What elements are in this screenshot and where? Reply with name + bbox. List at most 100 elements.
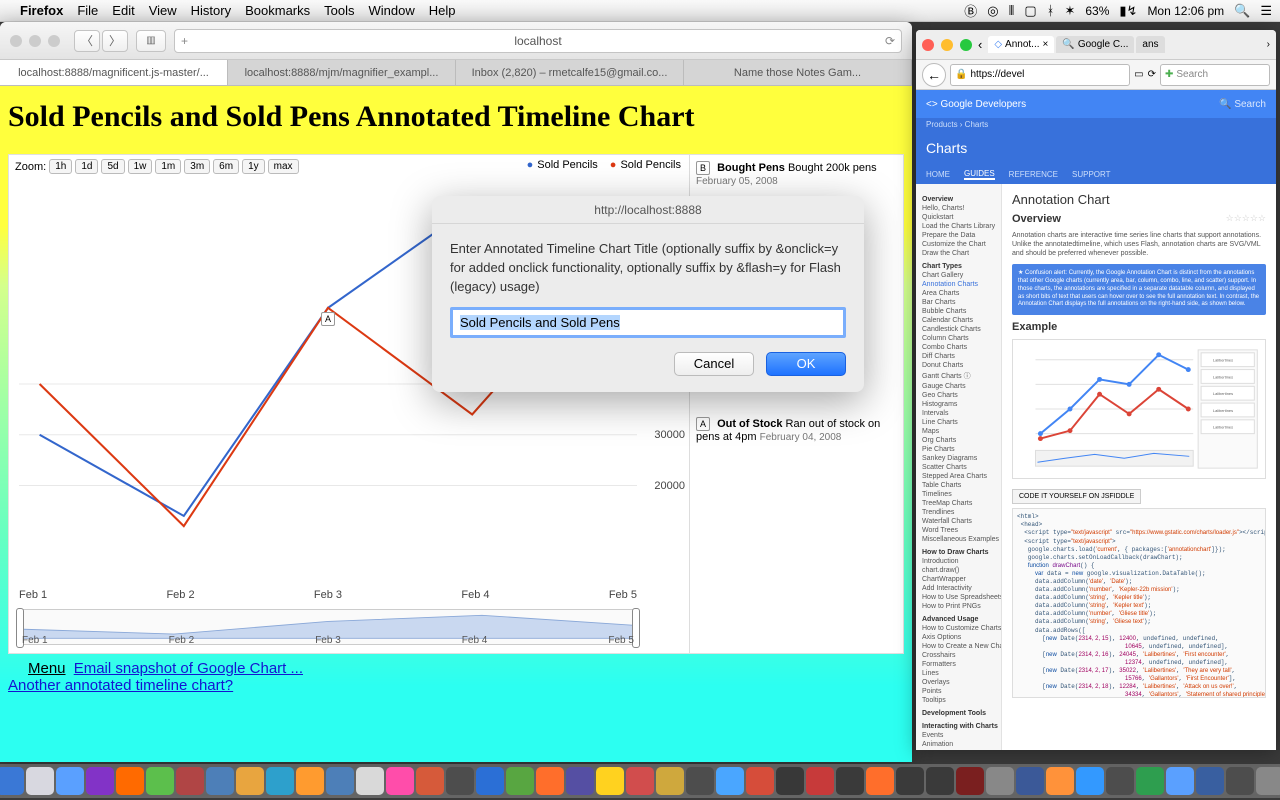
forward-button[interactable]: 〉 — [102, 30, 128, 52]
dock-app-icon[interactable] — [356, 767, 384, 795]
reload-icon[interactable]: ⟳ — [885, 34, 895, 48]
dock-app-icon[interactable] — [1016, 767, 1044, 795]
overflow-icon[interactable]: › — [1267, 39, 1270, 50]
star-rating[interactable]: ☆☆☆☆☆ — [1226, 213, 1266, 224]
dock-app-icon[interactable] — [686, 767, 714, 795]
cancel-button[interactable]: Cancel — [674, 352, 754, 376]
dock-app-icon[interactable] — [596, 767, 624, 795]
range-selector[interactable]: Feb 1Feb 2Feb 3Feb 4Feb 5 — [19, 609, 637, 645]
dialog-input[interactable] — [450, 307, 846, 338]
chart-marker-a[interactable]: A — [321, 312, 335, 326]
dock-app-icon[interactable] — [1196, 767, 1224, 795]
browser-tab[interactable]: localhost:8888/mjm/magnifier_exampl... — [228, 60, 456, 85]
dock-app-icon[interactable] — [656, 767, 684, 795]
menu-help[interactable]: Help — [429, 3, 456, 18]
dock-app-icon[interactable] — [0, 767, 24, 795]
annotation-item[interactable]: A Out of Stock Ran out of stock on pens … — [696, 417, 897, 443]
browser-tab[interactable]: Name those Notes Gam... — [684, 60, 912, 85]
dock-app-icon[interactable] — [296, 767, 324, 795]
reload-icon[interactable]: ⟳ — [1148, 69, 1156, 80]
gd-search[interactable]: 🔍 Search — [1219, 99, 1266, 110]
gd-breadcrumb[interactable]: Products › Charts — [916, 118, 1276, 136]
dock-app-icon[interactable] — [806, 767, 834, 795]
back-button[interactable]: 〈 — [74, 30, 100, 52]
dock-app-icon[interactable] — [626, 767, 654, 795]
dock-app-icon[interactable] — [326, 767, 354, 795]
zoom-1y[interactable]: 1y — [242, 159, 265, 174]
dock-app-icon[interactable] — [1046, 767, 1074, 795]
dock-app-icon[interactable] — [446, 767, 474, 795]
dock-app-icon[interactable] — [986, 767, 1014, 795]
dock-app-icon[interactable] — [1076, 767, 1104, 795]
menu-view[interactable]: View — [149, 3, 177, 18]
zoom-6m[interactable]: 6m — [213, 159, 239, 174]
dock-app-icon[interactable] — [116, 767, 144, 795]
zoom-1h[interactable]: 1h — [49, 159, 72, 174]
zoom-max[interactable]: max — [268, 159, 299, 174]
gd-logo[interactable]: <> Google Developers — [926, 99, 1026, 110]
airplay-icon[interactable]: ▢ — [1024, 3, 1036, 19]
dock-app-icon[interactable] — [1136, 767, 1164, 795]
zoom-1w[interactable]: 1w — [128, 159, 153, 174]
dock-app-icon[interactable] — [1106, 767, 1134, 795]
firefox-tab[interactable]: 🔍Google C... — [1056, 36, 1134, 53]
gd-tab[interactable]: SUPPORT — [1072, 170, 1111, 179]
gd-tab[interactable]: HOME — [926, 170, 950, 179]
firefox-tab[interactable]: ans — [1136, 36, 1164, 53]
dock-app-icon[interactable] — [716, 767, 744, 795]
browser-tab[interactable]: Inbox (2,820) – rmetcalfe15@gmail.co... — [456, 60, 684, 85]
menu-file[interactable]: File — [77, 3, 98, 18]
address-bar[interactable]: 🔒 https://devel — [950, 64, 1130, 86]
menu-window[interactable]: Window — [369, 3, 415, 18]
zoom-1m[interactable]: 1m — [155, 159, 181, 174]
status-icon[interactable]: ◎ — [987, 3, 998, 19]
dock-app-icon[interactable] — [476, 767, 504, 795]
back-icon[interactable]: ‹ — [978, 37, 982, 52]
zoom-3m[interactable]: 3m — [184, 159, 210, 174]
dock-app-icon[interactable] — [266, 767, 294, 795]
dock-app-icon[interactable] — [26, 767, 54, 795]
status-icon[interactable]: Ⓑ — [964, 1, 977, 20]
dock-app-icon[interactable] — [416, 767, 444, 795]
jsfiddle-button[interactable]: CODE IT YOURSELF ON JSFIDDLE — [1012, 489, 1141, 504]
dock-app-icon[interactable] — [86, 767, 114, 795]
menu-tools[interactable]: Tools — [324, 3, 354, 18]
dock-app-icon[interactable] — [236, 767, 264, 795]
annotation-item[interactable]: B Bought Pens Bought 200k pens February … — [696, 161, 897, 187]
close-icon[interactable]: × — [1043, 39, 1049, 50]
dock-app-icon[interactable] — [206, 767, 234, 795]
wifi-icon[interactable]: ✶ — [1064, 3, 1075, 19]
dock-app-icon[interactable] — [1256, 767, 1280, 795]
reader-icon[interactable]: ▭ — [1134, 69, 1143, 80]
back-button[interactable]: ← — [922, 63, 946, 87]
battery-icon[interactable]: ▮↯ — [1119, 3, 1137, 19]
dock-app-icon[interactable] — [176, 767, 204, 795]
spotlight-icon[interactable]: 🔍 — [1234, 3, 1250, 19]
footer-email-link[interactable]: Email snapshot of Google Chart ... — [74, 660, 303, 677]
dock-app-icon[interactable] — [746, 767, 774, 795]
dock-app-icon[interactable] — [1166, 767, 1194, 795]
dock-app-icon[interactable] — [896, 767, 924, 795]
footer-menu-link[interactable]: Menu — [28, 660, 66, 677]
legend-item[interactable]: Sold Pencils — [527, 159, 598, 171]
menubar-app[interactable]: Firefox — [20, 3, 63, 18]
dock-app-icon[interactable] — [386, 767, 414, 795]
menubar-clock[interactable]: Mon 12:06 pm — [1147, 4, 1224, 18]
dock-app-icon[interactable] — [566, 767, 594, 795]
firefox-tab[interactable]: ◇Annot...× — [988, 36, 1054, 53]
window-controls[interactable] — [10, 35, 60, 47]
dock[interactable] — [0, 764, 1280, 798]
dock-app-icon[interactable] — [1226, 767, 1254, 795]
dock-app-icon[interactable] — [926, 767, 954, 795]
menu-history[interactable]: History — [191, 3, 231, 18]
dock-app-icon[interactable] — [836, 767, 864, 795]
notifications-icon[interactable]: ☰ — [1260, 3, 1272, 19]
search-box[interactable]: ✚Search — [1160, 64, 1270, 86]
bluetooth-icon[interactable]: ᚼ — [1047, 3, 1055, 18]
sidebar-button[interactable]: ▥ — [136, 30, 166, 52]
menu-edit[interactable]: Edit — [112, 3, 134, 18]
dock-app-icon[interactable] — [506, 767, 534, 795]
dock-app-icon[interactable] — [866, 767, 894, 795]
menu-bookmarks[interactable]: Bookmarks — [245, 3, 310, 18]
ok-button[interactable]: OK — [766, 352, 846, 376]
